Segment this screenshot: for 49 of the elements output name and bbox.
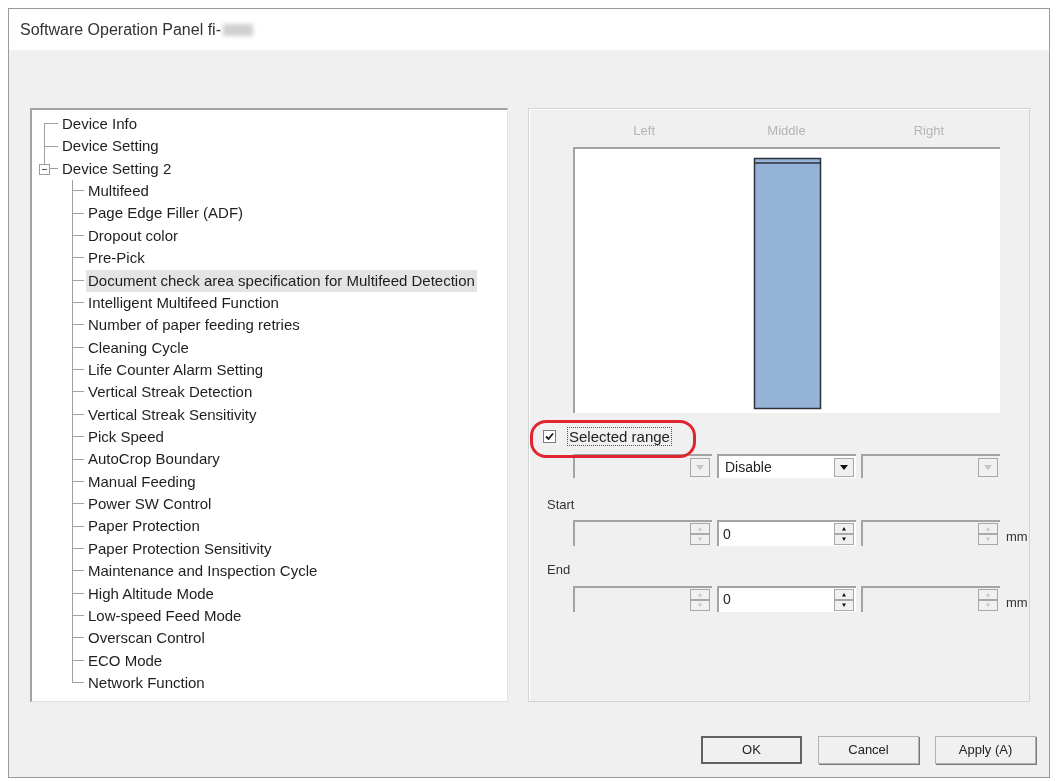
tree-item[interactable]: Device Info bbox=[60, 113, 140, 136]
tree-item[interactable]: Pre-Pick bbox=[86, 247, 147, 270]
tree-item[interactable]: Vertical Streak Detection bbox=[86, 381, 255, 404]
tree-item[interactable]: Device Setting bbox=[60, 135, 161, 158]
tree-item[interactable]: ECO Mode bbox=[86, 649, 165, 672]
window-title: Software Operation Panel fi- bbox=[20, 19, 221, 40]
column-header: Right bbox=[913, 122, 944, 141]
checkbox-label[interactable]: Selected range bbox=[567, 426, 672, 446]
tree-item[interactable]: Vertical Streak Sensitivity bbox=[86, 403, 259, 427]
tree-item[interactable]: Pick Speed bbox=[86, 426, 166, 449]
tree-item[interactable]: Network Function bbox=[86, 672, 207, 695]
spin-field[interactable]: 0 bbox=[717, 585, 856, 612]
start-label: Start bbox=[547, 496, 575, 514]
tree-item[interactable]: Overscan Control bbox=[86, 627, 207, 650]
spinner-arrows-icon bbox=[978, 588, 998, 611]
spinner-arrows-icon bbox=[834, 523, 854, 545]
tree-item[interactable]: Document check area specification for Multifeed Detection bbox=[86, 269, 477, 292]
spinner-arrows-icon bbox=[834, 588, 854, 611]
checkbox[interactable] bbox=[543, 429, 556, 443]
tree-item[interactable]: Page Edge Filler (ADF) bbox=[86, 202, 246, 225]
column-header: Middle bbox=[767, 122, 806, 141]
dialog-button[interactable]: Apply (A) bbox=[935, 736, 1036, 764]
tree-item[interactable]: Maintenance and Inspection Cycle bbox=[86, 560, 320, 583]
tree-item[interactable]: Low-speed Feed Mode bbox=[86, 604, 244, 628]
spinner-arrows-icon bbox=[978, 523, 998, 545]
tree-item[interactable]: Life Counter Alarm Setting bbox=[86, 358, 266, 382]
tree-item[interactable]: Cleaning Cycle bbox=[86, 336, 191, 359]
tree-item[interactable]: AutoCrop Boundary bbox=[86, 448, 222, 471]
tree-item[interactable]: Multifeed bbox=[86, 180, 151, 203]
tree-item[interactable]: Device Setting 2 bbox=[60, 157, 174, 181]
tree-item[interactable]: Power SW Control bbox=[86, 493, 214, 516]
column-header: Left bbox=[633, 122, 655, 141]
tree-item[interactable]: High Altitude Mode bbox=[86, 582, 216, 605]
end-label: End bbox=[547, 561, 571, 579]
tree-item[interactable]: Paper Protection bbox=[86, 515, 202, 538]
spinner-arrows-icon bbox=[690, 588, 710, 611]
tree-item[interactable]: Paper Protection Sensitivity bbox=[86, 537, 274, 561]
unit-label: mm bbox=[1006, 528, 1028, 547]
spin-field[interactable]: 0 bbox=[717, 520, 856, 546]
spinner-arrows-icon bbox=[690, 523, 710, 545]
dialog-button[interactable]: Cancel bbox=[818, 736, 919, 764]
unit-label: mm bbox=[1006, 593, 1028, 612]
dropdown[interactable]: Disable bbox=[717, 454, 856, 478]
dialog-button[interactable]: OK bbox=[701, 736, 802, 764]
blurred-redaction bbox=[223, 23, 253, 36]
tree-item[interactable]: Intelligent Multifeed Function bbox=[86, 291, 281, 315]
tree-item[interactable]: Number of paper feeding retries bbox=[86, 314, 302, 337]
tree-item[interactable]: Manual Feeding bbox=[86, 470, 198, 494]
tree-item[interactable]: Dropout color bbox=[86, 224, 181, 248]
